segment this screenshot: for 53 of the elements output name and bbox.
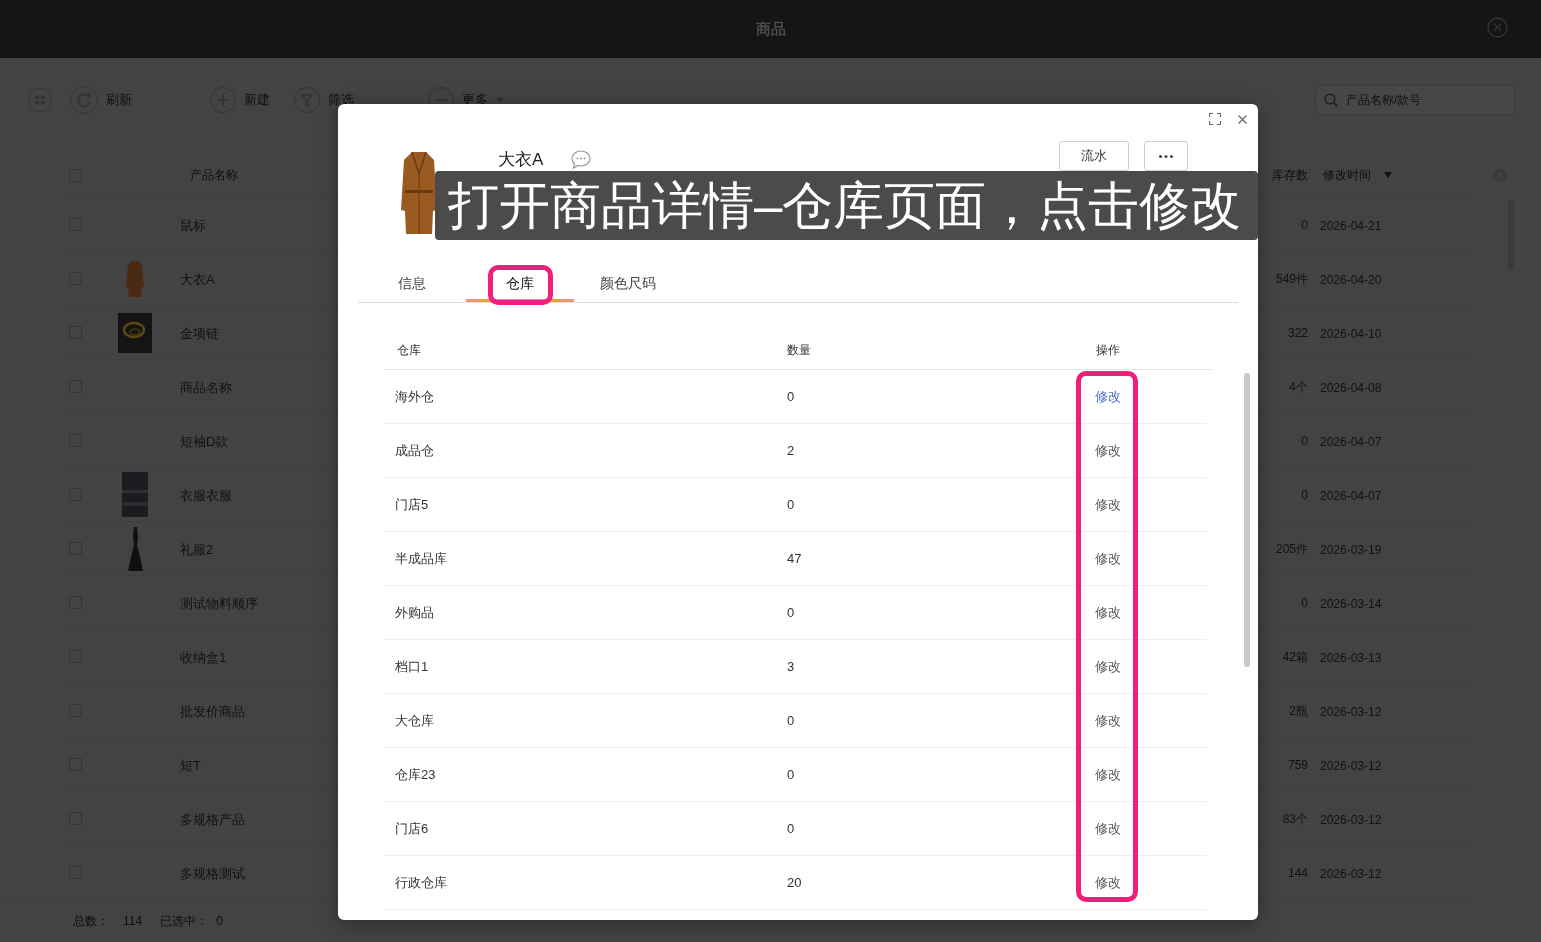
quantity-value: 20 bbox=[787, 874, 802, 890]
more-icon bbox=[1159, 154, 1173, 158]
warehouse-name: 海外仓 bbox=[395, 388, 434, 404]
edit-link[interactable]: 修改 bbox=[1094, 710, 1121, 731]
edit-link[interactable]: 修改 bbox=[1094, 386, 1121, 407]
quantity-value: 47 bbox=[787, 550, 802, 566]
quantity-value: 0 bbox=[787, 604, 795, 620]
edit-link[interactable]: 修改 bbox=[1094, 764, 1121, 785]
column-header: 操作 bbox=[1095, 341, 1120, 359]
quantity-value: 0 bbox=[787, 766, 795, 782]
necklace-thumbnail bbox=[118, 312, 152, 353]
edit-link[interactable]: 修改 bbox=[1094, 656, 1121, 677]
product-title: 大衣A bbox=[498, 149, 544, 171]
tab[interactable]: 颜色尺码 bbox=[574, 268, 682, 302]
expand-icon bbox=[1209, 113, 1221, 125]
warehouse-name: 半成品库 bbox=[395, 550, 447, 566]
edit-link[interactable]: 修改 bbox=[1094, 602, 1121, 623]
warehouse-name: 档口1 bbox=[395, 658, 429, 674]
warehouse-name: 成品仓 bbox=[395, 442, 434, 458]
instruction-caption: 打开商品详情–仓库页面，点击修改 bbox=[435, 171, 1258, 240]
edit-link[interactable]: 修改 bbox=[1094, 494, 1121, 515]
edit-link[interactable]: 修改 bbox=[1094, 548, 1121, 569]
coat-thumbnail bbox=[126, 260, 144, 297]
quantity-value: 0 bbox=[787, 388, 795, 404]
column-header: 仓库 bbox=[397, 342, 421, 357]
search-icon bbox=[1324, 93, 1338, 107]
quantity-value: 0 bbox=[787, 712, 795, 728]
chat-bubble-icon[interactable] bbox=[571, 150, 592, 170]
column-header: 数量 bbox=[787, 342, 811, 357]
history-button[interactable]: 流水 bbox=[1059, 141, 1129, 171]
warehouse-name: 门店5 bbox=[395, 496, 429, 512]
close-icon bbox=[1238, 114, 1247, 124]
quantity-value: 0 bbox=[787, 496, 795, 512]
quantity-value: 0 bbox=[787, 820, 795, 836]
dress-thumbnail bbox=[127, 526, 143, 571]
scrollbar-thumb[interactable] bbox=[1244, 373, 1250, 667]
edit-link[interactable]: 修改 bbox=[1094, 872, 1121, 893]
tab[interactable]: 仓库 bbox=[466, 268, 574, 302]
close-icon bbox=[1487, 17, 1508, 38]
quantity-value: 2 bbox=[787, 442, 795, 458]
expand-button[interactable] bbox=[1209, 113, 1221, 125]
close-button[interactable] bbox=[1238, 114, 1247, 124]
clothing-thumbnail bbox=[122, 472, 148, 517]
warehouse-name: 行政仓库 bbox=[395, 874, 447, 890]
warehouse-name: 仓库23 bbox=[395, 766, 436, 782]
warehouse-name: 外购品 bbox=[395, 604, 434, 620]
tab[interactable]: 信息 bbox=[358, 268, 466, 302]
edit-link[interactable]: 修改 bbox=[1094, 440, 1121, 461]
warehouse-name: 门店6 bbox=[395, 820, 429, 836]
quantity-value: 3 bbox=[787, 658, 795, 674]
more-button[interactable] bbox=[1144, 141, 1188, 171]
warehouse-name: 大仓库 bbox=[395, 712, 434, 728]
edit-link[interactable]: 修改 bbox=[1094, 818, 1121, 839]
